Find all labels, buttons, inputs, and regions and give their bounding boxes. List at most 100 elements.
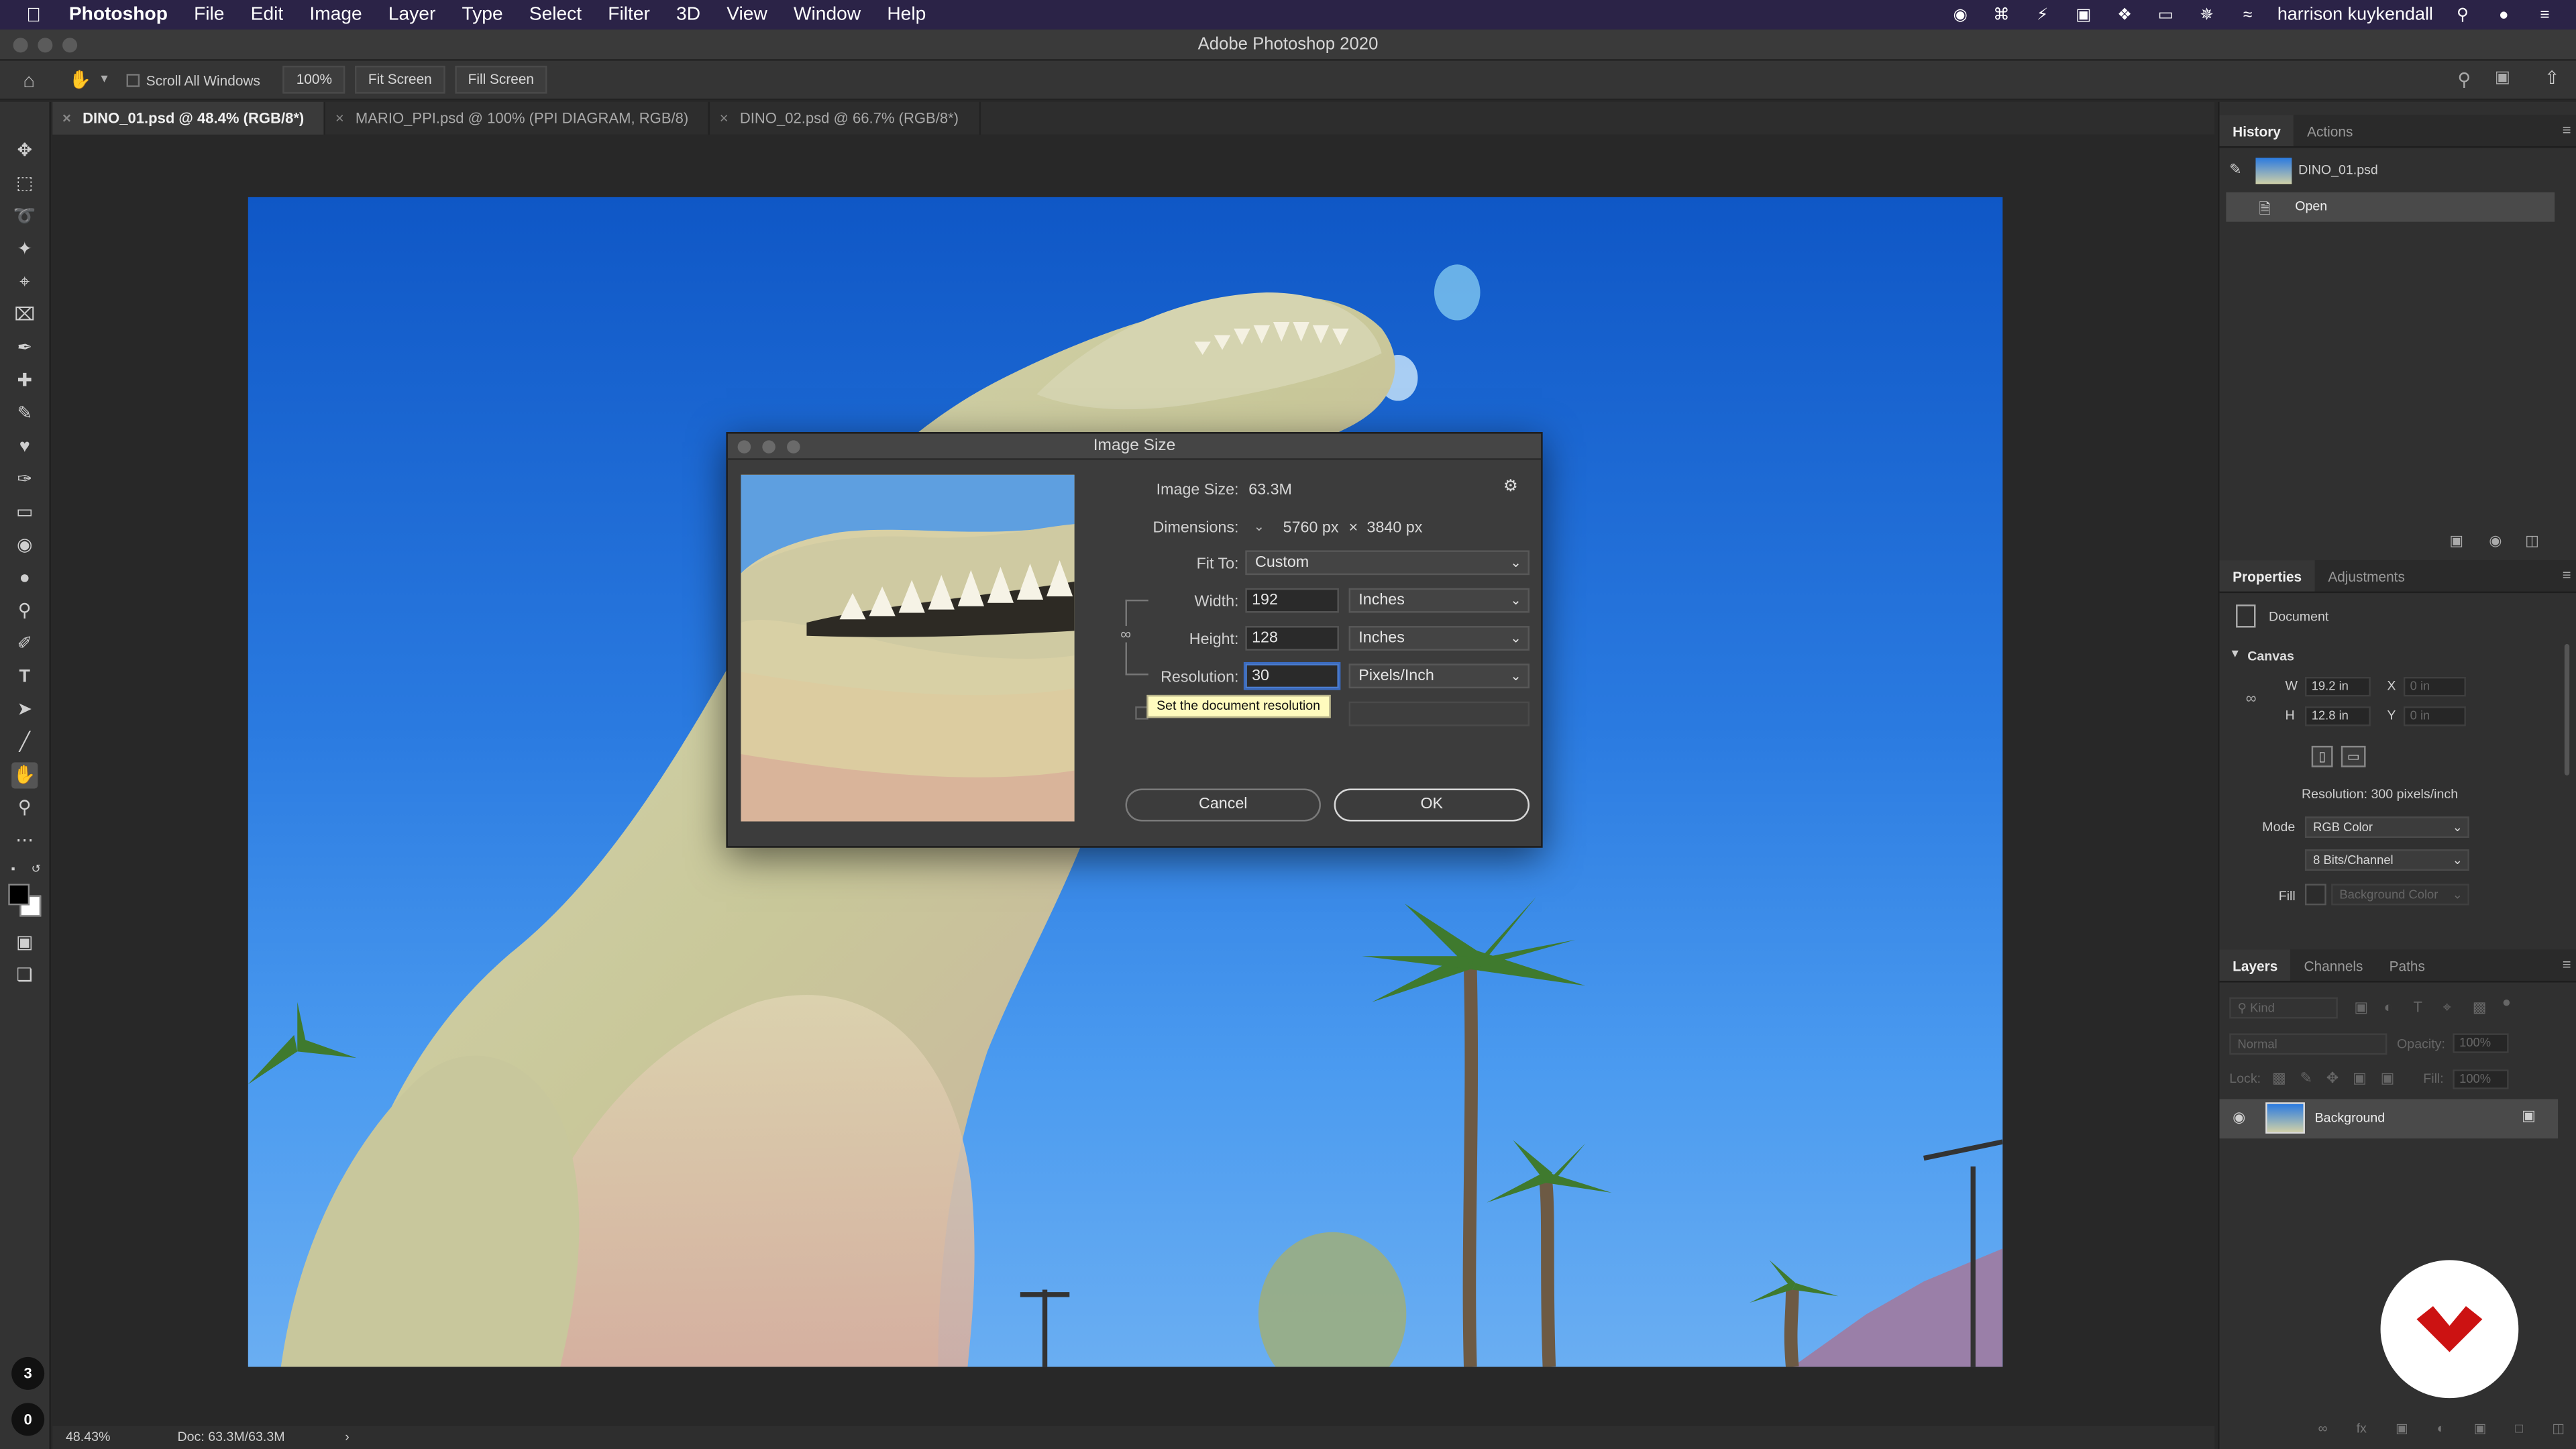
menu-type[interactable]: Type	[462, 5, 503, 24]
zoom-level[interactable]: 48.43%	[66, 1426, 110, 1449]
search-icon[interactable]: ⚲	[2451, 5, 2474, 24]
record-icon[interactable]: ◉	[1949, 5, 1972, 24]
menu-file[interactable]: File	[194, 5, 224, 24]
tab-mario-ppi[interactable]: × MARIO_PPI.psd @ 100% (PPI DIAGRAM, RGB/…	[325, 101, 710, 135]
panel-menu-icon[interactable]: ≡	[2563, 567, 2571, 583]
opacity-input[interactable]: 100%	[2453, 1033, 2509, 1053]
swap-colors-icon[interactable]: ↺	[28, 857, 44, 883]
close-tab-icon[interactable]: ×	[62, 110, 71, 126]
hand-tool-icon[interactable]: ✋	[69, 69, 92, 90]
wifi-icon[interactable]: ≈	[2237, 5, 2259, 24]
new-group-icon[interactable]: ▣	[2474, 1421, 2487, 1444]
menu-image[interactable]: Image	[309, 5, 362, 24]
workspace-icon[interactable]: ▣	[2495, 69, 2510, 87]
link-layers-icon[interactable]: ∞	[2318, 1421, 2328, 1444]
command-icon[interactable]: ⌘	[1990, 5, 2012, 24]
lock-all-icon[interactable]: ▣	[2381, 1069, 2395, 1087]
layer-row-background[interactable]: ◉ Background ▣	[2219, 1099, 2559, 1139]
adjustment-layer-icon[interactable]: ◐	[2437, 1421, 2445, 1444]
zoom-100-button[interactable]: 100%	[283, 65, 345, 94]
zoom-window-button[interactable]	[62, 38, 78, 53]
close-dialog-button[interactable]	[737, 440, 751, 453]
resolution-unit-select[interactable]: Pixels/Inch ⌄	[1348, 663, 1530, 689]
menu-select[interactable]: Select	[529, 5, 582, 24]
brush-tool-icon[interactable]: ✎	[11, 401, 38, 427]
cancel-button[interactable]: Cancel	[1125, 788, 1321, 822]
lock-transparent-icon[interactable]: ▩	[2272, 1069, 2286, 1087]
new-layer-icon[interactable]: □	[2515, 1421, 2523, 1444]
home-icon[interactable]: ⌂	[23, 68, 49, 91]
magic-wand-tool-icon[interactable]: ✦	[11, 237, 38, 263]
paint-bucket-tool-icon[interactable]: ◉	[11, 532, 38, 558]
eraser-tool-icon[interactable]: ▭	[11, 499, 38, 525]
default-colors-icon[interactable]: ▪	[5, 857, 21, 883]
list-icon[interactable]: ≡	[2533, 5, 2556, 24]
bit-depth-select[interactable]: 8 Bits/Channel ⌄	[2304, 849, 2469, 871]
frame-tool-icon[interactable]: ⌧	[11, 303, 38, 329]
add-mask-icon[interactable]: ▣	[2396, 1421, 2408, 1444]
screen-icon[interactable]: ▣	[2072, 5, 2095, 24]
menu-window[interactable]: Window	[794, 5, 861, 24]
lasso-tool-icon[interactable]: ➰	[11, 204, 38, 230]
healing-brush-tool-icon[interactable]: ✚	[11, 368, 38, 394]
zoom-tool-icon[interactable]: ⚲	[11, 795, 38, 821]
quick-mask-icon[interactable]: ▣	[11, 930, 38, 956]
minimize-window-button[interactable]	[38, 38, 53, 53]
snapshot-camera-icon[interactable]: ◉	[2489, 532, 2502, 550]
line-tool-icon[interactable]: ╱	[11, 729, 38, 755]
menu-layer[interactable]: Layer	[388, 5, 435, 24]
clone-stamp-tool-icon[interactable]: ♥	[11, 434, 38, 460]
menu-app-name[interactable]: Photoshop	[69, 5, 168, 24]
ok-button[interactable]: OK	[1334, 788, 1530, 822]
fill-swatch[interactable]	[2304, 883, 2326, 906]
filter-shape-icon[interactable]: ⌖	[2443, 999, 2451, 1017]
foreground-color-swatch[interactable]	[8, 883, 30, 906]
menu-view[interactable]: View	[727, 5, 767, 24]
width-unit-select[interactable]: Inches ⌄	[1348, 588, 1530, 613]
visibility-eye-icon[interactable]: ◉	[2233, 1109, 2245, 1127]
scrollbar[interactable]	[2564, 644, 2570, 775]
canvas-height-input[interactable]: 12.8 in	[2304, 706, 2371, 727]
bolt-icon[interactable]: ⚡	[2031, 5, 2053, 24]
path-selection-tool-icon[interactable]: ➤	[11, 696, 38, 722]
fit-to-select[interactable]: Custom ⌄	[1245, 550, 1530, 576]
image-preview[interactable]	[741, 474, 1075, 822]
brush-source-icon[interactable]: ✎	[2229, 161, 2241, 179]
hand-tool-icon[interactable]: ✋	[11, 762, 38, 789]
fx-icon[interactable]: fx	[2357, 1421, 2367, 1444]
tab-channels[interactable]: Channels	[2291, 950, 2376, 981]
filter-toggle-icon[interactable]: ●	[2502, 994, 2511, 1010]
close-window-button[interactable]	[13, 38, 28, 53]
more-tools-icon[interactable]: ⋯	[11, 828, 38, 854]
bluetooth-icon[interactable]: ✵	[2195, 5, 2218, 24]
canvas-x-input[interactable]: 0 in	[2403, 676, 2466, 697]
crop-tool-icon[interactable]: ⌖	[11, 270, 38, 296]
menu-filter[interactable]: Filter	[608, 5, 650, 24]
canvas-y-input[interactable]: 0 in	[2403, 706, 2466, 727]
close-tab-icon[interactable]: ×	[720, 110, 729, 126]
landscape-orientation-icon[interactable]: ▭	[2341, 745, 2366, 767]
tab-paths[interactable]: Paths	[2376, 950, 2438, 981]
fit-screen-button[interactable]: Fit Screen	[355, 65, 445, 94]
lock-artboard-icon[interactable]: ▣	[2353, 1069, 2367, 1087]
panel-menu-icon[interactable]: ≡	[2563, 121, 2571, 138]
new-document-from-state-icon[interactable]: ▣	[2449, 532, 2463, 550]
apple-icon[interactable]: 	[26, 3, 49, 26]
share-icon[interactable]: ⇧	[2544, 67, 2560, 89]
status-chevron-icon[interactable]: ›	[345, 1426, 350, 1449]
trash-icon[interactable]: ◫	[2525, 532, 2539, 550]
siri-icon[interactable]: ●	[2492, 5, 2515, 24]
lock-position-icon[interactable]: ✥	[2326, 1069, 2339, 1087]
history-step[interactable]: 🗎 Open	[2226, 192, 2555, 222]
dimensions-unit-chevron-icon[interactable]: ⌄	[1254, 519, 1265, 534]
height-input[interactable]: 128	[1245, 626, 1339, 651]
height-unit-select[interactable]: Inches ⌄	[1348, 626, 1530, 651]
type-tool-icon[interactable]: T	[11, 663, 38, 690]
tab-adjustments[interactable]: Adjustments	[2315, 560, 2418, 592]
zoom-dialog-button[interactable]	[787, 440, 800, 453]
portrait-orientation-icon[interactable]: ▯	[2311, 745, 2333, 767]
dodge-tool-icon[interactable]: ⚲	[11, 598, 38, 624]
close-tab-icon[interactable]: ×	[335, 110, 344, 126]
tab-properties[interactable]: Properties	[2219, 560, 2315, 592]
panel-menu-icon[interactable]: ≡	[2563, 956, 2571, 972]
